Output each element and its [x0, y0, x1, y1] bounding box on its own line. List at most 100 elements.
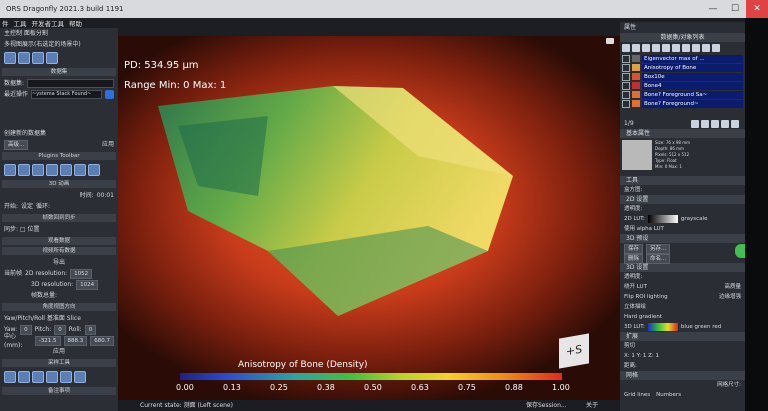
lut2d-swatch[interactable] [647, 215, 678, 223]
view-mode-tabs[interactable]: Yaw/Pitch/Roll 基准面 Slice [0, 313, 118, 324]
layer-tool-1-icon[interactable] [622, 44, 630, 52]
menu-dev-tools[interactable]: 开发者工具 [32, 18, 65, 28]
settings-3d-header[interactable]: 3D 设置 [620, 263, 745, 272]
grid-lines-checkbox[interactable]: Grid lines [624, 391, 650, 399]
layer-item[interactable]: Box10e [620, 72, 745, 81]
animation-header[interactable]: 3D 动画 [2, 180, 116, 188]
recent-select[interactable]: ~ystema Stack Found~ [31, 90, 102, 99]
center-x-input[interactable]: -321.5 [34, 335, 61, 346]
minimize-button[interactable]: — [702, 0, 724, 18]
sampling-tools-header[interactable]: 采样工具 [2, 359, 116, 367]
3d-viewport[interactable]: PD: 534.95 µm Range Min: 0 Max: 1 +S Ani… [118, 36, 620, 411]
lut2d-value[interactable]: grayscale [681, 215, 708, 223]
layer-tool-2-icon[interactable] [632, 44, 640, 52]
menu-help[interactable]: 帮助 [69, 18, 82, 28]
layer-action-1-icon[interactable] [691, 119, 699, 128]
sample-4-icon[interactable] [46, 371, 58, 383]
layer-tool-5-icon[interactable] [662, 44, 670, 52]
layout-1-icon[interactable] [4, 52, 16, 64]
apply-button[interactable]: 应用 [102, 140, 114, 149]
high-quality-checkbox[interactable]: 高质量 [724, 283, 741, 291]
layer-tool-7-icon[interactable] [682, 44, 690, 52]
close-button[interactable]: ✕ [746, 0, 768, 18]
stereo-checkbox[interactable]: 立体描绘 [620, 302, 745, 312]
snapshot-icon[interactable] [606, 38, 614, 44]
menu-tools[interactable]: 工具 [14, 18, 27, 28]
layer-item[interactable]: Bone? Foreground~ [620, 99, 745, 108]
grid-header[interactable]: 网格 [620, 371, 745, 380]
rename-preset-button[interactable]: 命名... [646, 254, 671, 264]
advanced-button[interactable]: 高级... [4, 139, 29, 150]
plugin-7-icon[interactable] [88, 164, 100, 176]
plugins-toolbar-header[interactable]: Plugins Toolbar [2, 152, 116, 160]
orientation-cube-icon[interactable]: +S [559, 333, 589, 369]
flip-roi-checkbox[interactable]: Flip ROI lighting [624, 293, 668, 301]
layer-tool-3-icon[interactable] [642, 44, 650, 52]
layer-action-5-icon[interactable] [731, 119, 739, 128]
sample-1-icon[interactable] [4, 371, 16, 383]
layer-tool-10-icon[interactable] [712, 44, 720, 52]
basic-props-header[interactable]: 基本属性 [620, 129, 745, 138]
layer-action-2-icon[interactable] [701, 119, 709, 128]
sample-6-icon[interactable] [74, 371, 86, 383]
layer-tool-8-icon[interactable] [692, 44, 700, 52]
save-preset-button[interactable]: 保存 [624, 244, 644, 254]
frames-header[interactable]: 帧数回到同步 [2, 214, 116, 222]
dataset-section-header[interactable]: 数据集 [2, 68, 116, 76]
layer-item[interactable]: Eigenvector max of ... [620, 54, 745, 63]
layer-tool-6-icon[interactable] [672, 44, 680, 52]
main-tabs[interactable]: 主控制 面板分割 [0, 28, 118, 39]
lut3d-swatch[interactable] [647, 323, 678, 331]
loop-checkbox[interactable]: 循环: [36, 202, 50, 211]
visibility-checkbox[interactable] [622, 90, 630, 99]
notes-header[interactable]: 备注事项 [2, 387, 116, 395]
view-all-data-header[interactable]: 视频所有数据 [2, 247, 116, 255]
extend-header[interactable]: 扩展 [620, 332, 745, 341]
dataset-select[interactable] [27, 79, 114, 88]
edge-enhance-checkbox[interactable]: 边缘增强 [719, 293, 741, 301]
layer-action-3-icon[interactable] [711, 119, 719, 128]
setpos-button[interactable]: 设定 [21, 202, 33, 211]
layer-item[interactable]: Bone4 [620, 81, 745, 90]
presets-3d-header[interactable]: 3D 预设 [620, 234, 745, 243]
plugin-6-icon[interactable] [74, 164, 86, 176]
visibility-checkbox[interactable] [622, 99, 630, 108]
maximize-button[interactable]: ☐ [724, 0, 746, 18]
visibility-checkbox[interactable] [622, 54, 630, 63]
layers-header[interactable]: 数据集/对象列表 [620, 33, 745, 42]
plugin-2-icon[interactable] [18, 164, 30, 176]
layer-item[interactable]: Anisotropy of Bone [620, 63, 745, 72]
sample-5-icon[interactable] [60, 371, 72, 383]
view-direction-header[interactable]: 角度视图方向 [2, 303, 116, 311]
save-session-button[interactable]: 保存Session... [526, 400, 567, 411]
xyz-inputs[interactable]: X: 1 Y: 1 Z: 1 [620, 351, 745, 361]
sync-position[interactable]: 同步: □ 位置 [0, 224, 118, 235]
sample-3-icon[interactable] [32, 371, 44, 383]
sample-2-icon[interactable] [18, 371, 30, 383]
visibility-checkbox[interactable] [622, 81, 630, 90]
layer-action-4-icon[interactable] [721, 119, 729, 128]
refresh-icon[interactable] [105, 90, 114, 99]
settings-2d-header[interactable]: 2D 设置 [620, 195, 745, 204]
layout-3-icon[interactable] [32, 52, 44, 64]
plugin-4-icon[interactable] [46, 164, 58, 176]
tools-header[interactable]: 工具 [620, 176, 745, 185]
layer-tool-9-icon[interactable] [702, 44, 710, 52]
lut3d-value[interactable]: blue green red [681, 323, 721, 331]
res2d-input[interactable]: 1052 [70, 268, 93, 279]
menu-file[interactable]: 件 [2, 18, 9, 28]
visibility-checkbox[interactable] [622, 63, 630, 72]
roll-input[interactable]: 0 [84, 324, 97, 335]
layer-tool-4-icon[interactable] [652, 44, 660, 52]
visibility-checkbox[interactable] [622, 72, 630, 81]
layout-2-icon[interactable] [18, 52, 30, 64]
layout-4-icon[interactable] [46, 52, 58, 64]
grid-numbers-checkbox[interactable]: Numbers [656, 391, 681, 399]
about-button[interactable]: 关于 [586, 400, 598, 411]
create-dataset-checkbox[interactable]: 创建新的数据集 [4, 129, 46, 138]
apply-view-button[interactable]: 应用 [4, 347, 114, 356]
bypass-lut-checkbox[interactable]: 绕开 LUT [624, 283, 647, 291]
center-y-input[interactable]: 888.3 [63, 335, 88, 346]
hard-gradient-checkbox[interactable]: Hard gradient [620, 312, 745, 322]
layer-item[interactable]: Bone? Foreground Sa~ [620, 90, 745, 99]
